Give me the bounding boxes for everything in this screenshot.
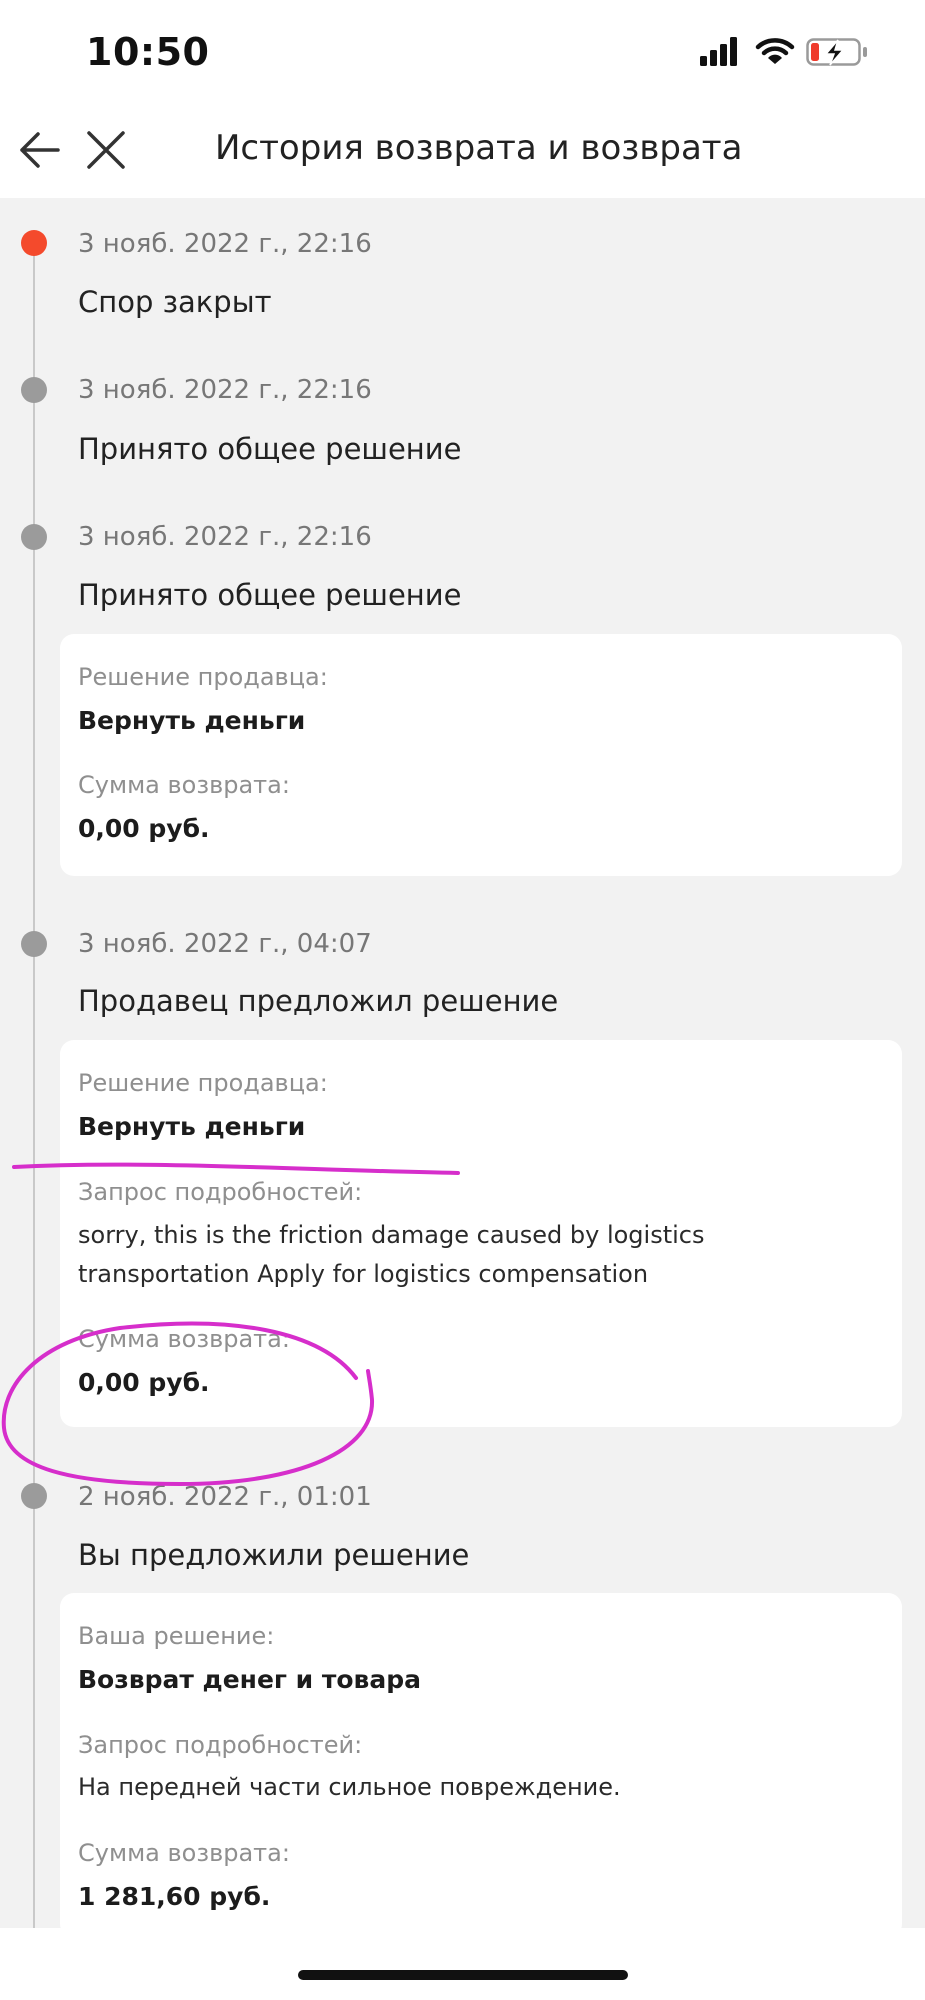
details-text-line: sorry, this is the friction damage cause…: [78, 1221, 705, 1249]
event-date: 3 нояб. 2022 г., 22:16: [78, 522, 372, 552]
amount-value: 0,00 руб.: [78, 1368, 210, 1397]
event-date: 3 нояб. 2022 г., 04:07: [78, 929, 372, 959]
decision-value: Возврат денег и товара: [78, 1665, 422, 1694]
event-title: Вы предложили решение: [78, 1538, 470, 1572]
event-date: 3 нояб. 2022 г., 22:16: [78, 229, 372, 259]
cellular-signal-icon: [700, 37, 737, 66]
decision-value: Вернуть деньги: [78, 1112, 306, 1141]
battery-charging-icon: [806, 38, 867, 66]
status-time: 10:50: [86, 30, 210, 74]
amount-value: 1 281,60 руб.: [78, 1882, 271, 1911]
details-text-line: transportation Apply for logistics compe…: [78, 1260, 649, 1288]
amount-value: 0,00 руб.: [78, 814, 210, 843]
decision-label: Решение продавца:: [78, 663, 328, 691]
decision-label: Решение продавца:: [78, 1069, 328, 1097]
wifi-icon: [755, 38, 795, 64]
back-arrow-icon[interactable]: [18, 128, 62, 172]
page-title: История возврата и возврата: [215, 128, 743, 168]
event-title: Продавец предложил решение: [78, 984, 559, 1018]
home-indicator[interactable]: [298, 1970, 628, 1980]
timeline-dot: [21, 1483, 47, 1509]
timeline-dot: [21, 931, 47, 957]
timeline-dot: [21, 377, 47, 403]
decision-value: Вернуть деньги: [78, 706, 306, 735]
event-title: Принято общее решение: [78, 432, 462, 466]
timeline-dot-active: [21, 230, 47, 256]
details-label: Запрос подробностей:: [78, 1178, 363, 1206]
amount-label: Сумма возврата:: [78, 771, 290, 799]
event-title: Спор закрыт: [78, 285, 272, 319]
event-title: Принято общее решение: [78, 578, 462, 612]
bottom-safe-area: [0, 1928, 925, 2000]
event-date: 3 нояб. 2022 г., 22:16: [78, 375, 372, 405]
event-date: 2 нояб. 2022 г., 01:01: [78, 1482, 372, 1512]
timeline-dot: [21, 524, 47, 550]
details-label: Запрос подробностей:: [78, 1731, 363, 1759]
details-text-line: На передней части сильное повреждение.: [78, 1773, 621, 1801]
amount-label: Сумма возврата:: [78, 1839, 290, 1867]
timeline-line: [33, 235, 35, 1935]
close-icon[interactable]: [84, 128, 128, 172]
decision-label: Ваша решение:: [78, 1622, 275, 1650]
amount-label: Сумма возврата:: [78, 1325, 290, 1353]
